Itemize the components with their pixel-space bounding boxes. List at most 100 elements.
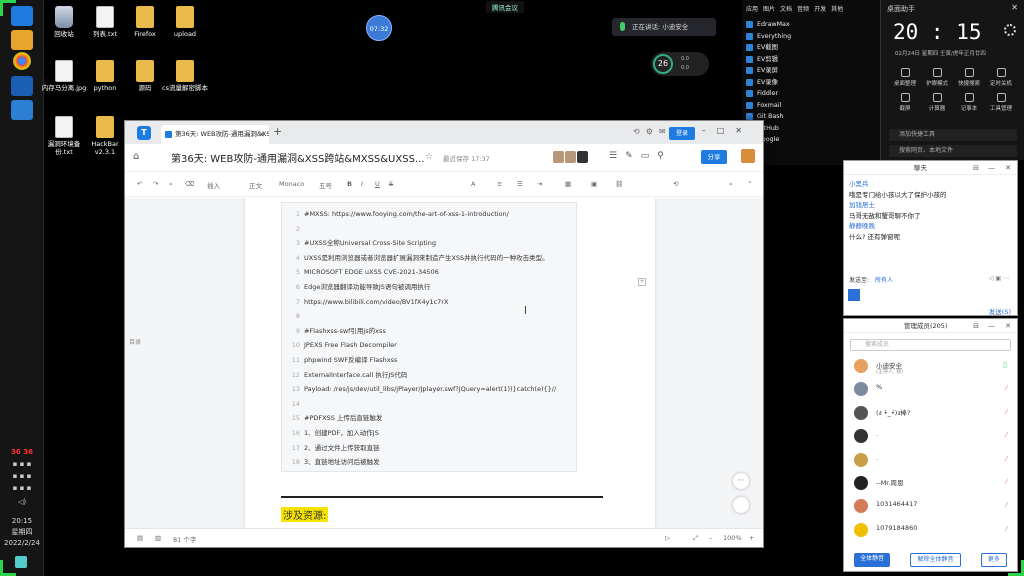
assistant-tool[interactable]: 计算器 xyxy=(921,93,953,112)
launcher-tab[interactable]: 文档 xyxy=(780,4,792,13)
underline-button[interactable]: U xyxy=(375,180,380,188)
mic-muted-icon[interactable]: ⁄ xyxy=(1006,478,1007,486)
mic-muted-icon[interactable]: ⁄ xyxy=(1006,501,1007,509)
style-select[interactable]: 正文 xyxy=(249,180,262,190)
launcher-item[interactable]: GitHub xyxy=(746,123,876,135)
clear-format-icon[interactable]: ⌫ xyxy=(185,180,194,188)
close-icon[interactable]: ✕ xyxy=(735,126,753,135)
format-painter-icon[interactable]: ⌕ xyxy=(169,180,173,189)
present-icon[interactable]: ▭ xyxy=(641,151,658,161)
member-row[interactable]: . ⁄ xyxy=(844,425,1017,448)
search-icon[interactable]: ⌕ xyxy=(729,180,733,189)
image-icon[interactable]: ▣ xyxy=(591,180,597,188)
tray-icons-row[interactable]: ▪ ▪ ▪ xyxy=(4,472,40,481)
assistant-search-input[interactable]: 搜索网页、本地文件 xyxy=(889,145,1017,157)
desktop-icon[interactable]: cs流量解密脚本 xyxy=(161,60,209,92)
minimize-icon[interactable]: — xyxy=(988,161,995,175)
tray-icons-row[interactable]: ▪ ▪ ▪ xyxy=(4,484,40,493)
collapse-icon[interactable]: ⌃ xyxy=(747,180,752,188)
menu-icon[interactable]: ☰ xyxy=(609,151,625,161)
member-row[interactable]: 小迪安全 (主持人, 我) ▯ xyxy=(844,355,1017,378)
chrome-icon[interactable] xyxy=(13,52,31,70)
login-button[interactable]: 登录 xyxy=(669,127,695,140)
align-icon[interactable]: ≡ xyxy=(497,180,502,188)
zoom-in-icon[interactable]: + xyxy=(749,534,754,542)
assistant-tool[interactable]: 定时关机 xyxy=(985,68,1017,87)
launcher-item[interactable]: EV录像 xyxy=(746,77,876,89)
notification-icon[interactable] xyxy=(15,556,27,568)
tray-icons-row[interactable]: ▪ ▪ ▪ xyxy=(4,460,40,469)
recipient-select[interactable]: 所有人 xyxy=(875,277,893,284)
launcher-item[interactable]: EV剪辑 xyxy=(746,54,876,66)
maximize-icon[interactable]: □ xyxy=(717,126,736,135)
zoom-out-icon[interactable]: – xyxy=(709,534,712,542)
mic-muted-icon[interactable]: ⁄ xyxy=(1006,408,1007,416)
launcher-item[interactable]: Fiddler xyxy=(746,88,876,100)
docs-app-icon[interactable] xyxy=(11,76,33,96)
avatar[interactable] xyxy=(741,149,755,163)
image-icon[interactable]: ▣ xyxy=(995,275,1001,282)
document-title[interactable]: 第36天: WEB攻防-通用漏洞&XSS跨站&MXSS&UXSS... xyxy=(171,150,424,165)
zoom-level[interactable]: 100% xyxy=(723,534,742,542)
launcher-tab[interactable]: 图片 xyxy=(763,4,775,13)
table-icon[interactable]: ▦ xyxy=(565,180,571,188)
link-icon[interactable]: ⛓ xyxy=(615,180,623,188)
indent-icon[interactable]: ⇥ xyxy=(537,180,542,188)
list-icon[interactable]: ☰ xyxy=(517,180,523,188)
add-tool-button[interactable]: 添加快捷工具 xyxy=(889,129,1017,141)
chat-recipient[interactable]: 发送至: 所有人 xyxy=(849,275,893,284)
bold-button[interactable]: B xyxy=(347,180,352,188)
chat-input[interactable] xyxy=(848,289,860,301)
assistant-tool[interactable]: 记事本 xyxy=(953,93,985,112)
meeting-app-icon[interactable] xyxy=(11,100,33,120)
launcher-item[interactable]: Git Bash xyxy=(746,111,876,123)
assistant-tool[interactable]: 快捷搜索 xyxy=(953,68,985,87)
star-icon[interactable]: ☆ xyxy=(425,152,433,162)
launcher-item[interactable]: EV录屏 xyxy=(746,65,876,77)
meeting-indicator[interactable]: 腾讯会议 xyxy=(486,1,524,13)
launcher-item[interactable]: Google xyxy=(746,134,876,146)
launcher-tab[interactable]: 音频 xyxy=(797,4,809,13)
new-tab-icon[interactable]: + xyxy=(273,125,282,138)
word-count[interactable]: 81 个字 xyxy=(173,534,196,544)
more-button[interactable]: 更多 xyxy=(980,553,1007,567)
mic-muted-icon[interactable]: ⁄ xyxy=(1006,431,1007,439)
mic-muted-icon[interactable]: ⁄ xyxy=(1006,455,1007,463)
more-icon[interactable]: ⋯ xyxy=(1003,275,1009,282)
add-block-icon[interactable]: + xyxy=(638,278,646,286)
minimize-icon[interactable]: – xyxy=(702,126,717,135)
assistant-tool[interactable]: 工具管理 xyxy=(985,93,1017,112)
launcher-item[interactable]: Everything xyxy=(746,31,876,43)
launcher-tab[interactable]: 开发 xyxy=(814,4,826,13)
code-block[interactable]: 1 #MXSS: https://www.fooying.com/the-art-… xyxy=(281,202,577,472)
launcher-tab[interactable]: 其他 xyxy=(831,4,843,13)
mute-all-button[interactable]: 全体静音 xyxy=(854,553,891,567)
insert-menu[interactable]: 插入 xyxy=(207,180,220,190)
network-monitor[interactable]: 26 0.0 0.0 xyxy=(651,52,709,76)
close-icon[interactable]: ✕ xyxy=(1005,161,1011,175)
close-icon[interactable]: ✕ xyxy=(1005,319,1011,333)
member-row[interactable]: % ⁄ xyxy=(844,378,1017,401)
assistant-tool[interactable]: 护眼模式 xyxy=(921,68,953,87)
document-page[interactable]: 1 #MXSS: https://www.fooying.com/the-art-… xyxy=(245,198,655,528)
italic-button[interactable]: I xyxy=(361,180,363,188)
member-row[interactable]: 1079184860 ⁄ xyxy=(844,519,1017,542)
strikethrough-button[interactable]: S xyxy=(389,180,393,188)
member-row[interactable]: 1031464417 ⁄ xyxy=(844,495,1017,518)
launcher-item[interactable]: EdrawMax xyxy=(746,19,876,31)
font-select[interactable]: Monaco xyxy=(279,180,304,188)
close-tab-icon[interactable]: ✕ xyxy=(258,125,265,144)
gear-icon[interactable] xyxy=(1004,24,1016,36)
taskbar-clock[interactable]: 20:15 星期四 2022/2/24 xyxy=(2,516,42,549)
docs-logo-icon[interactable]: T xyxy=(137,126,151,140)
launcher-tab[interactable]: 应用 xyxy=(746,4,758,13)
member-row[interactable]: . ⁄ xyxy=(844,449,1017,472)
settings-icon[interactable]: ⚙ xyxy=(646,127,659,136)
member-row[interactable]: (ง •̀_•́)ง棒? ⁄ xyxy=(844,402,1017,425)
history-icon[interactable]: ⟲ xyxy=(673,180,678,188)
send-button[interactable]: 发送(S) xyxy=(989,306,1011,316)
mic-icon[interactable]: ▯ xyxy=(1003,361,1007,369)
close-icon[interactable]: ✕ xyxy=(1011,3,1018,12)
redo-icon[interactable]: ↷ xyxy=(153,180,158,188)
member-search-input[interactable]: 搜索成员 xyxy=(850,339,1011,351)
